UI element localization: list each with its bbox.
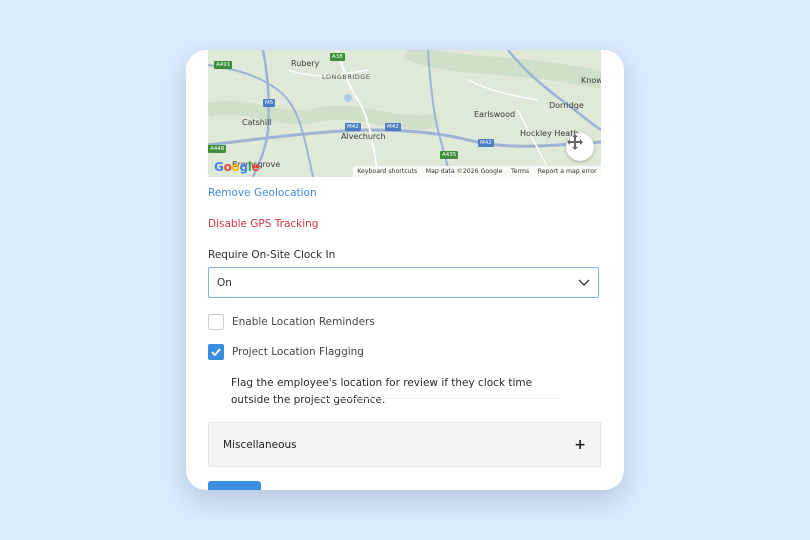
flagging-description: Flag the employee's location for review … — [231, 377, 533, 406]
clock-in-select[interactable]: On — [208, 267, 599, 298]
map-place-label: Dorridge — [549, 101, 584, 110]
location-reminders-option[interactable]: Enable Location Reminders — [208, 314, 375, 330]
road-shield: M42 — [385, 123, 401, 131]
road-shield: A38 — [330, 53, 345, 61]
map-place-label: Catshill — [242, 118, 272, 127]
save-button[interactable] — [208, 481, 261, 490]
road-shield: A435 — [440, 151, 459, 159]
map-data-text: Map data ©2026 Google — [425, 168, 503, 175]
location-reminders-label: Enable Location Reminders — [232, 316, 375, 328]
report-map-error-link[interactable]: Report a map error — [538, 168, 597, 175]
google-logo: Google — [214, 160, 260, 174]
map-place-label: Alvechurch — [341, 132, 386, 141]
terms-link[interactable]: Terms — [511, 168, 529, 175]
map-roads — [208, 50, 601, 177]
project-location-flagging-label: Project Location Flagging — [232, 346, 364, 358]
map-pan-control[interactable] — [566, 133, 594, 161]
miscellaneous-accordion[interactable]: Miscellaneous + — [208, 422, 601, 467]
accordion-title: Miscellaneous — [223, 438, 297, 451]
project-location-flagging-checkbox[interactable] — [208, 344, 224, 360]
road-shield: M42 — [478, 139, 494, 147]
clock-in-selected-value: On — [217, 276, 232, 289]
settings-card: Rubery LONGBRIDGE Catshill Alvechurch Ea… — [186, 50, 624, 490]
geofence-map[interactable]: Rubery LONGBRIDGE Catshill Alvechurch Ea… — [208, 50, 601, 177]
divider — [318, 398, 558, 399]
map-place-label: LONGBRIDGE — [322, 73, 371, 81]
map-place-label: Rubery — [291, 59, 320, 68]
chevron-down-icon — [578, 278, 590, 286]
map-attribution: Keyboard shortcuts Map data ©2026 Google… — [353, 166, 601, 177]
clock-in-label: Require On-Site Clock In — [208, 249, 336, 261]
project-location-flagging-option[interactable]: Project Location Flagging — [208, 344, 364, 360]
road-shield: A491 — [214, 61, 233, 69]
plus-icon[interactable]: + — [574, 437, 586, 453]
map-place-label: Know — [581, 76, 601, 85]
remove-geolocation-link[interactable]: Remove Geolocation — [208, 187, 317, 199]
road-shield: M42 — [345, 123, 361, 131]
location-reminders-checkbox[interactable] — [208, 314, 224, 330]
move-arrows-icon — [567, 134, 583, 150]
road-shield: M5 — [263, 99, 276, 107]
keyboard-shortcuts-link[interactable]: Keyboard shortcuts — [357, 168, 417, 175]
disable-gps-tracking-link[interactable]: Disable GPS Tracking — [208, 218, 318, 230]
road-shield: A448 — [208, 145, 227, 153]
checkmark-icon — [211, 348, 221, 356]
map-place-label: Earlswood — [474, 110, 516, 119]
